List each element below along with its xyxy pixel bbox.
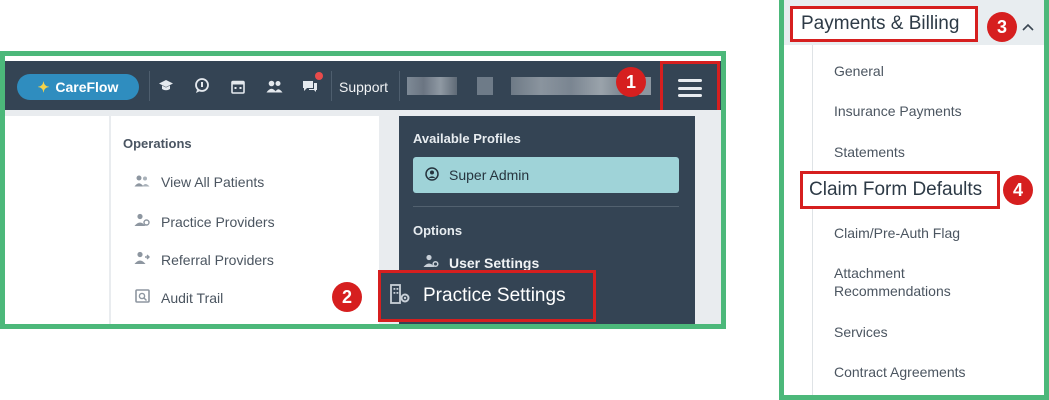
operations-item-audit-trail[interactable]: Audit Trail bbox=[133, 289, 223, 306]
chevron-up-icon[interactable] bbox=[1022, 18, 1034, 34]
profile-label: Super Admin bbox=[449, 167, 530, 183]
scroll-gutter bbox=[697, 116, 721, 324]
operations-item-label: View All Patients bbox=[161, 174, 265, 190]
user-settings-label: User Settings bbox=[449, 254, 540, 271]
submenu-item-contract-agreements[interactable]: Contract Agreements bbox=[834, 363, 966, 381]
toolbar-divider bbox=[399, 71, 400, 101]
dropdown-content: Operations View All Patients Practice Pr… bbox=[5, 110, 721, 324]
submenu-item-attachment-recommendations[interactable]: Attachment Recommendations bbox=[834, 264, 984, 300]
careflow-brand-button[interactable]: ✦ CareFlow bbox=[17, 74, 139, 100]
operations-heading: Operations bbox=[123, 136, 192, 151]
graduation-cap-icon[interactable] bbox=[155, 75, 177, 97]
left-screenshot-panel: ✦ CareFlow Support Operations View All P… bbox=[0, 51, 726, 329]
referral-icon bbox=[133, 251, 151, 268]
operations-item-practice-providers[interactable]: Practice Providers bbox=[133, 213, 275, 230]
users-icon[interactable] bbox=[263, 75, 285, 97]
chat-icon[interactable] bbox=[299, 72, 323, 97]
operations-item-referral-providers[interactable]: Referral Providers bbox=[133, 251, 274, 268]
available-profiles-heading: Available Profiles bbox=[413, 131, 521, 146]
step-marker-2: 2 bbox=[332, 282, 362, 312]
practice-settings-label: Practice Settings bbox=[423, 285, 566, 306]
options-heading: Options bbox=[413, 223, 463, 238]
payments-billing-label: Payments & Billing bbox=[790, 6, 978, 42]
calendar-icon[interactable] bbox=[227, 75, 249, 97]
menu-icon bbox=[678, 79, 702, 97]
magic-wand-icon: ✦ bbox=[37, 78, 50, 95]
support-link[interactable]: Support bbox=[339, 79, 388, 95]
submenu-item-services[interactable]: Services bbox=[834, 323, 888, 341]
submenu-item-statements[interactable]: Statements bbox=[834, 143, 905, 161]
notification-dot bbox=[315, 72, 323, 80]
submenu-item-insurance-payments[interactable]: Insurance Payments bbox=[834, 102, 962, 120]
redacted-block bbox=[407, 77, 457, 95]
divider bbox=[413, 206, 679, 207]
audit-icon bbox=[133, 289, 151, 306]
submenu-item-general[interactable]: General bbox=[834, 62, 884, 80]
top-navigation-bar: ✦ CareFlow Support bbox=[5, 61, 721, 115]
brand-label: CareFlow bbox=[55, 79, 119, 95]
left-blank-pane bbox=[5, 116, 109, 324]
user-settings-link[interactable]: User Settings bbox=[423, 254, 539, 271]
submenu-item-claim-form-defaults[interactable]: Claim Form Defaults bbox=[800, 171, 1000, 209]
redacted-block bbox=[511, 77, 631, 95]
step-marker-1: 1 bbox=[616, 67, 646, 97]
profile-super-admin[interactable]: Super Admin bbox=[413, 157, 679, 193]
operations-item-label: Audit Trail bbox=[161, 289, 224, 306]
operations-item-label: Referral Providers bbox=[161, 251, 274, 268]
user-gear-icon bbox=[423, 254, 439, 271]
redacted-block bbox=[477, 77, 493, 95]
user-circle-icon bbox=[425, 166, 439, 184]
operations-item-label: Practice Providers bbox=[161, 213, 275, 230]
step-marker-3: 3 bbox=[987, 12, 1017, 42]
operations-item-view-all-patients[interactable]: View All Patients bbox=[133, 174, 264, 190]
main-menu-button[interactable] bbox=[660, 61, 720, 115]
practice-settings-link[interactable]: Practice Settings bbox=[378, 270, 596, 322]
users-icon bbox=[133, 175, 151, 190]
toolbar-divider bbox=[331, 71, 332, 101]
provider-icon bbox=[133, 213, 151, 230]
lightbulb-chat-icon[interactable] bbox=[191, 75, 213, 97]
step-marker-4: 4 bbox=[1003, 175, 1033, 205]
building-gear-icon bbox=[389, 283, 411, 310]
submenu-item-claim-pre-auth-flag[interactable]: Claim/Pre-Auth Flag bbox=[834, 224, 960, 242]
submenu-guide-line bbox=[812, 45, 813, 395]
toolbar-divider bbox=[149, 71, 150, 101]
